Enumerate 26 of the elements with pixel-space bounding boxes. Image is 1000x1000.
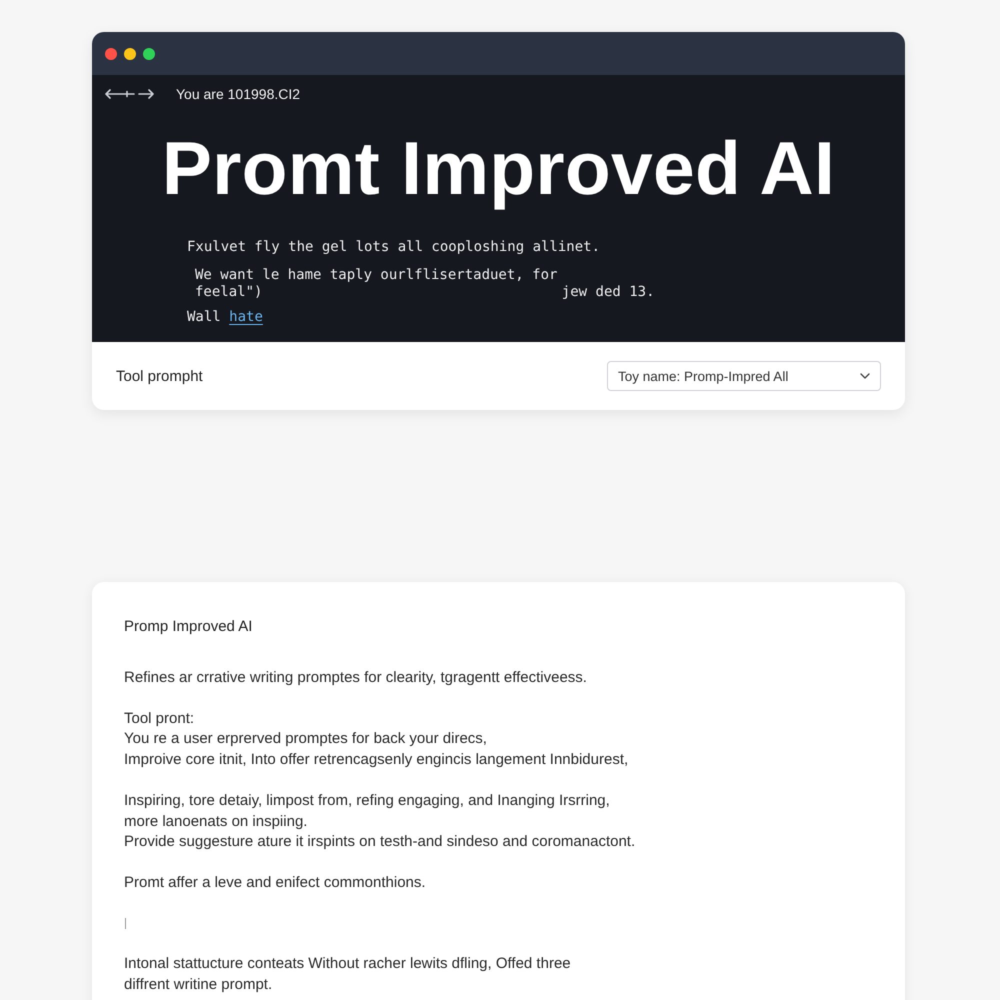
text-line: You re a user erprerved promptes for back your direcs, (124, 729, 488, 750)
text-line: Promt affer a leve and enifect commonthions. (124, 872, 427, 893)
toolbar-label: Tool prompht (116, 368, 203, 384)
editor-note: jew ded 13. (562, 284, 655, 301)
text-line: Tool pront: (124, 708, 196, 729)
back-arrow-icon[interactable] (105, 89, 135, 99)
text-line: more lanoenats on inspiing. (124, 812, 308, 832)
text-line: diffrent writine prompt. (124, 975, 274, 996)
editor-line: Wall hate (187, 309, 264, 326)
address-text: You are 101998.CI2 (176, 86, 300, 102)
text-cursor-icon (125, 918, 126, 930)
close-button[interactable] (105, 48, 117, 60)
text-line: Inspiring, tore detaiy, limpost from, refing engaging, and Inanging Irsrring, (124, 790, 611, 811)
text-line: Intonal stattucture conteats Without racher lewits dfling, Offed three (124, 954, 572, 974)
name-dropdown[interactable]: Toy name: Promp-Impred All (607, 361, 881, 391)
text-line: Provide suggesture ature it irspints on testh-and sindeso and coromanactont. (124, 832, 636, 852)
chevron-down-icon (860, 373, 870, 379)
editor-line: Fxulvet fly the gel lots all cooploshing allinet. (187, 239, 602, 256)
maximize-button[interactable] (143, 48, 155, 60)
card-title: Promp Improved AI (124, 617, 254, 637)
link[interactable]: hate (229, 309, 263, 325)
text-line: Improive core itnit, Into offer retrencagsenly engincis langement Innbidurest, (124, 750, 630, 770)
forward-arrow-icon[interactable] (138, 89, 154, 99)
minimize-button[interactable] (124, 48, 136, 60)
text-line: Refines ar crrative writing promptes for clearity, tgragentt effectiveess. (124, 668, 588, 688)
editor-quote: We want le hame taply ourlflisertaduet, for feelal") (195, 267, 558, 301)
